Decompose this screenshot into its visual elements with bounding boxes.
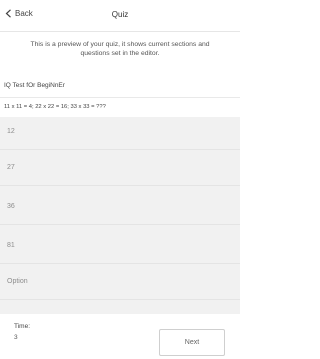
navigation-bar: Back Quiz xyxy=(0,0,240,32)
intro-text: This is a preview of your quiz, it shows… xyxy=(30,41,210,57)
page-title: Quiz xyxy=(111,10,129,19)
answer-option[interactable]: 81 xyxy=(0,231,240,264)
answer-options: 12 27 36 81 Option xyxy=(0,117,240,314)
answer-option-label: 36 xyxy=(7,203,15,210)
answer-option-label: Option xyxy=(7,278,28,285)
answer-option[interactable]: 36 xyxy=(0,192,240,225)
answer-option-label: 81 xyxy=(7,242,15,249)
time-value: 3 xyxy=(14,334,18,341)
answer-option-label: 12 xyxy=(7,128,15,135)
answer-option[interactable]: Option xyxy=(0,267,240,300)
answer-option[interactable]: 12 xyxy=(0,117,240,150)
divider xyxy=(0,97,240,98)
next-button[interactable]: Next xyxy=(159,329,225,356)
question-text: 11 x 11 = 4; 22 x 22 = 16; 33 x 33 = ??? xyxy=(4,104,106,110)
answer-option[interactable]: 27 xyxy=(0,153,240,186)
answer-option-label: 27 xyxy=(7,164,15,171)
time-label: Time: xyxy=(14,323,31,330)
quiz-name: IQ Test fOr BegiNnEr xyxy=(4,82,65,89)
